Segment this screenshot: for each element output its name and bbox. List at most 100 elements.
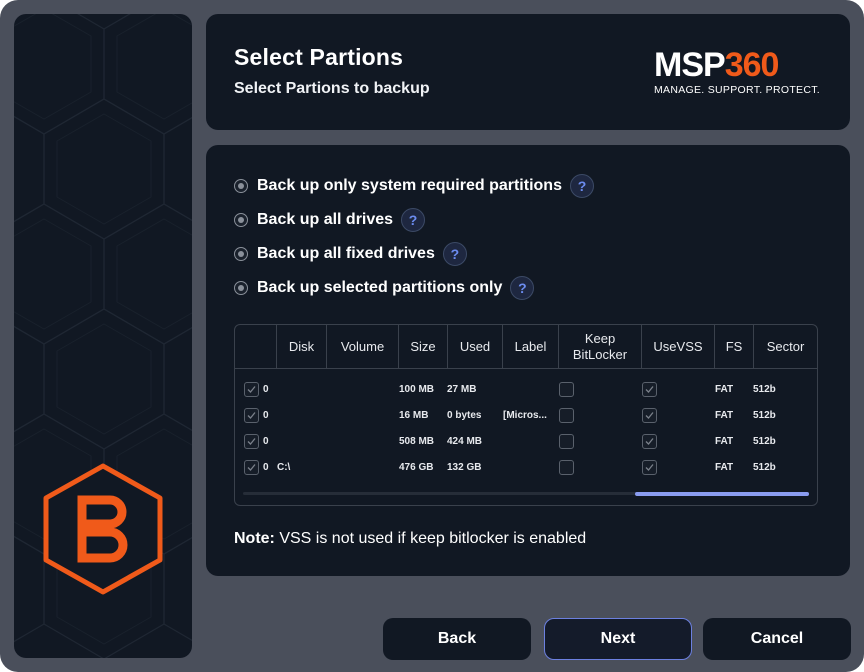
keep-bitlocker-checkbox[interactable] <box>559 433 574 449</box>
cell-fs: FAT <box>715 383 734 395</box>
cell-label <box>503 454 553 480</box>
cell-fs: FAT <box>715 461 734 473</box>
note-text: VSS is not used if keep bitlocker is ena… <box>274 530 587 547</box>
partitions-table: Disk Volume Size Used Label Keep BitLock… <box>234 324 818 506</box>
usevss-checkbox[interactable] <box>642 459 657 475</box>
option-all-drives[interactable]: Back up all drives ? <box>234 207 426 233</box>
wizard-window: Select Partions Select Partions to backu… <box>0 0 864 672</box>
cell-disk: 0 <box>263 461 269 473</box>
check-icon <box>645 463 654 471</box>
table-row[interactable]: 0 508 MB 424 MB FAT 512b <box>235 428 817 454</box>
check-icon <box>247 385 256 393</box>
radio-fixed-drives[interactable] <box>234 247 248 261</box>
row-select-checkbox[interactable] <box>244 459 259 475</box>
cell-sector: 512b <box>753 435 776 447</box>
horizontal-scrollbar-thumb[interactable] <box>635 492 809 496</box>
column-header-volume[interactable]: Volume <box>327 325 399 368</box>
option-label: Back up selected partitions only <box>257 279 503 296</box>
brand-logo: MSP360 MANAGE. SUPPORT. PROTECT. <box>654 48 824 96</box>
usevss-checkbox[interactable] <box>642 407 657 423</box>
option-fixed-drives[interactable]: Back up all fixed drives ? <box>234 241 467 267</box>
cell-size: 508 MB <box>399 435 435 447</box>
usevss-checkbox[interactable] <box>642 381 657 397</box>
column-header-usevss[interactable]: UseVSS <box>642 325 715 368</box>
content-panel: Back up only system required partitions … <box>206 145 850 576</box>
table-row[interactable]: 0 16 MB 0 bytes [Micros... FAT 512b <box>235 402 817 428</box>
brand-word-orange: 360 <box>724 46 780 84</box>
table-row[interactable]: 0 C:\ 476 GB 132 GB FAT 512b <box>235 454 817 480</box>
cell-used: 132 GB <box>447 461 482 473</box>
row-select-checkbox[interactable] <box>244 407 259 423</box>
column-header-sector[interactable]: Sector <box>754 325 817 368</box>
side-panel <box>14 14 192 658</box>
cancel-button[interactable]: Cancel <box>703 618 851 660</box>
brand-tagline: MANAGE. SUPPORT. PROTECT. <box>654 84 820 96</box>
cell-sector: 512b <box>753 409 776 421</box>
help-icon[interactable]: ? <box>510 276 535 300</box>
column-header-disk[interactable]: Disk <box>277 325 327 368</box>
check-icon <box>645 411 654 419</box>
check-icon <box>645 437 654 445</box>
cell-disk: 0 <box>263 435 269 447</box>
page-title: Select Partions <box>234 44 404 70</box>
column-header-label[interactable]: Label <box>503 325 559 368</box>
cell-label <box>503 428 553 454</box>
cell-volume: C:\ <box>277 461 291 473</box>
vss-note: Note: VSS is not used if keep bitlocker … <box>234 530 586 548</box>
column-header-select <box>235 325 277 368</box>
cell-used: 0 bytes <box>447 409 482 421</box>
radio-selected-partitions[interactable] <box>234 281 248 295</box>
column-header-used[interactable]: Used <box>448 325 503 368</box>
check-icon <box>247 463 256 471</box>
column-header-keep-bitlocker[interactable]: Keep BitLocker <box>559 325 642 368</box>
cell-used: 27 MB <box>447 383 477 395</box>
check-icon <box>247 411 256 419</box>
check-icon <box>645 385 654 393</box>
cell-sector: 512b <box>753 461 776 473</box>
backup-logo-icon <box>43 463 163 595</box>
header-panel: Select Partions Select Partions to backu… <box>206 14 850 130</box>
brand-wordmark: MSP360 <box>654 48 824 82</box>
cell-volume <box>277 428 325 454</box>
cell-fs: FAT <box>715 435 734 447</box>
cell-fs: FAT <box>715 409 734 421</box>
cell-disk: 0 <box>263 383 269 395</box>
cell-size: 476 GB <box>399 461 434 473</box>
back-button[interactable]: Back <box>383 618 531 660</box>
option-selected-partitions[interactable]: Back up selected partitions only ? <box>234 275 535 301</box>
keep-bitlocker-checkbox[interactable] <box>559 381 574 397</box>
check-icon <box>247 437 256 445</box>
cell-volume <box>277 402 325 428</box>
table-row[interactable]: 0 100 MB 27 MB FAT 512b <box>235 376 817 402</box>
option-system-required[interactable]: Back up only system required partitions … <box>234 173 594 199</box>
cell-size: 16 MB <box>399 409 429 421</box>
brand-word-white: MSP <box>654 46 726 84</box>
help-icon[interactable]: ? <box>442 242 467 266</box>
cell-label: [Micros... <box>503 409 547 421</box>
row-select-checkbox[interactable] <box>244 381 259 397</box>
table-header-divider <box>235 368 817 369</box>
radio-all-drives[interactable] <box>234 213 248 227</box>
option-label: Back up all fixed drives <box>257 245 435 262</box>
keep-bitlocker-checkbox[interactable] <box>559 459 574 475</box>
row-select-checkbox[interactable] <box>244 433 259 449</box>
cell-size: 100 MB <box>399 383 435 395</box>
column-header-size[interactable]: Size <box>399 325 448 368</box>
keep-bitlocker-checkbox[interactable] <box>559 407 574 423</box>
option-label: Back up only system required partitions <box>257 177 562 194</box>
cell-volume <box>277 376 325 402</box>
column-header-fs[interactable]: FS <box>715 325 754 368</box>
cell-label <box>503 376 553 402</box>
usevss-checkbox[interactable] <box>642 433 657 449</box>
option-label: Back up all drives <box>257 211 394 228</box>
page-subtitle: Select Partions to backup <box>234 80 430 97</box>
cell-sector: 512b <box>753 383 776 395</box>
help-icon[interactable]: ? <box>401 208 426 232</box>
radio-system-required[interactable] <box>234 179 248 193</box>
cell-used: 424 MB <box>447 435 483 447</box>
next-button[interactable]: Next <box>544 618 692 660</box>
help-icon[interactable]: ? <box>569 174 594 198</box>
keep-bitlocker-line2: BitLocker <box>572 346 628 362</box>
keep-bitlocker-line1: Keep <box>584 330 616 346</box>
note-prefix: Note: <box>234 530 275 547</box>
